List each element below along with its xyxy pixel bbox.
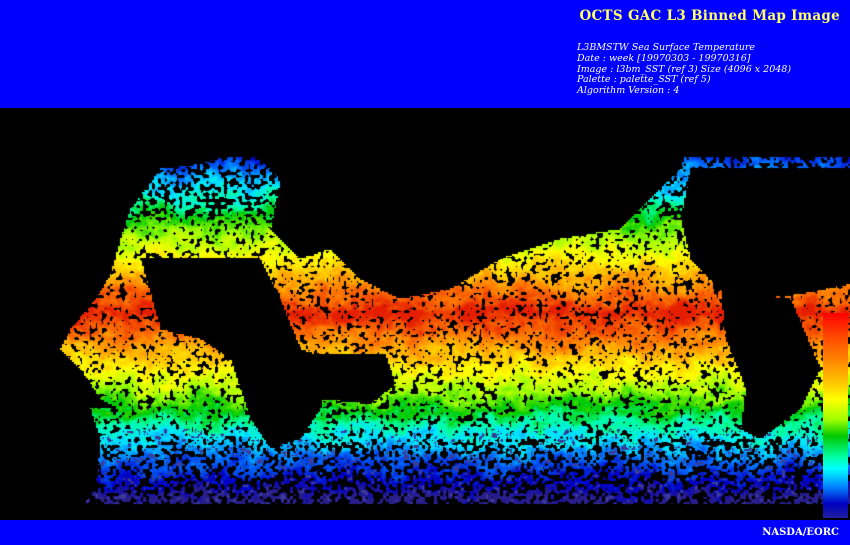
map-viewer: OCTS GAC L3 Binned Map Image L3BMSTW Sea… — [0, 0, 850, 545]
credit-text: NASDA/EORC — [762, 527, 839, 538]
map-title: OCTS GAC L3 Binned Map Image — [579, 8, 840, 24]
metadata-block: L3BMSTW Sea Surface Temperature Date : w… — [577, 42, 791, 97]
sst-global-map — [0, 108, 850, 520]
date-line: Date : week [19970303 - 19970316] — [577, 52, 751, 64]
header-banner: OCTS GAC L3 Binned Map Image L3BMSTW Sea… — [0, 0, 850, 108]
algorithm-line: Algorithm Version : 4 — [577, 85, 680, 97]
footer-banner: NASDA/EORC — [0, 520, 850, 545]
sst-colorbar — [823, 313, 848, 518]
